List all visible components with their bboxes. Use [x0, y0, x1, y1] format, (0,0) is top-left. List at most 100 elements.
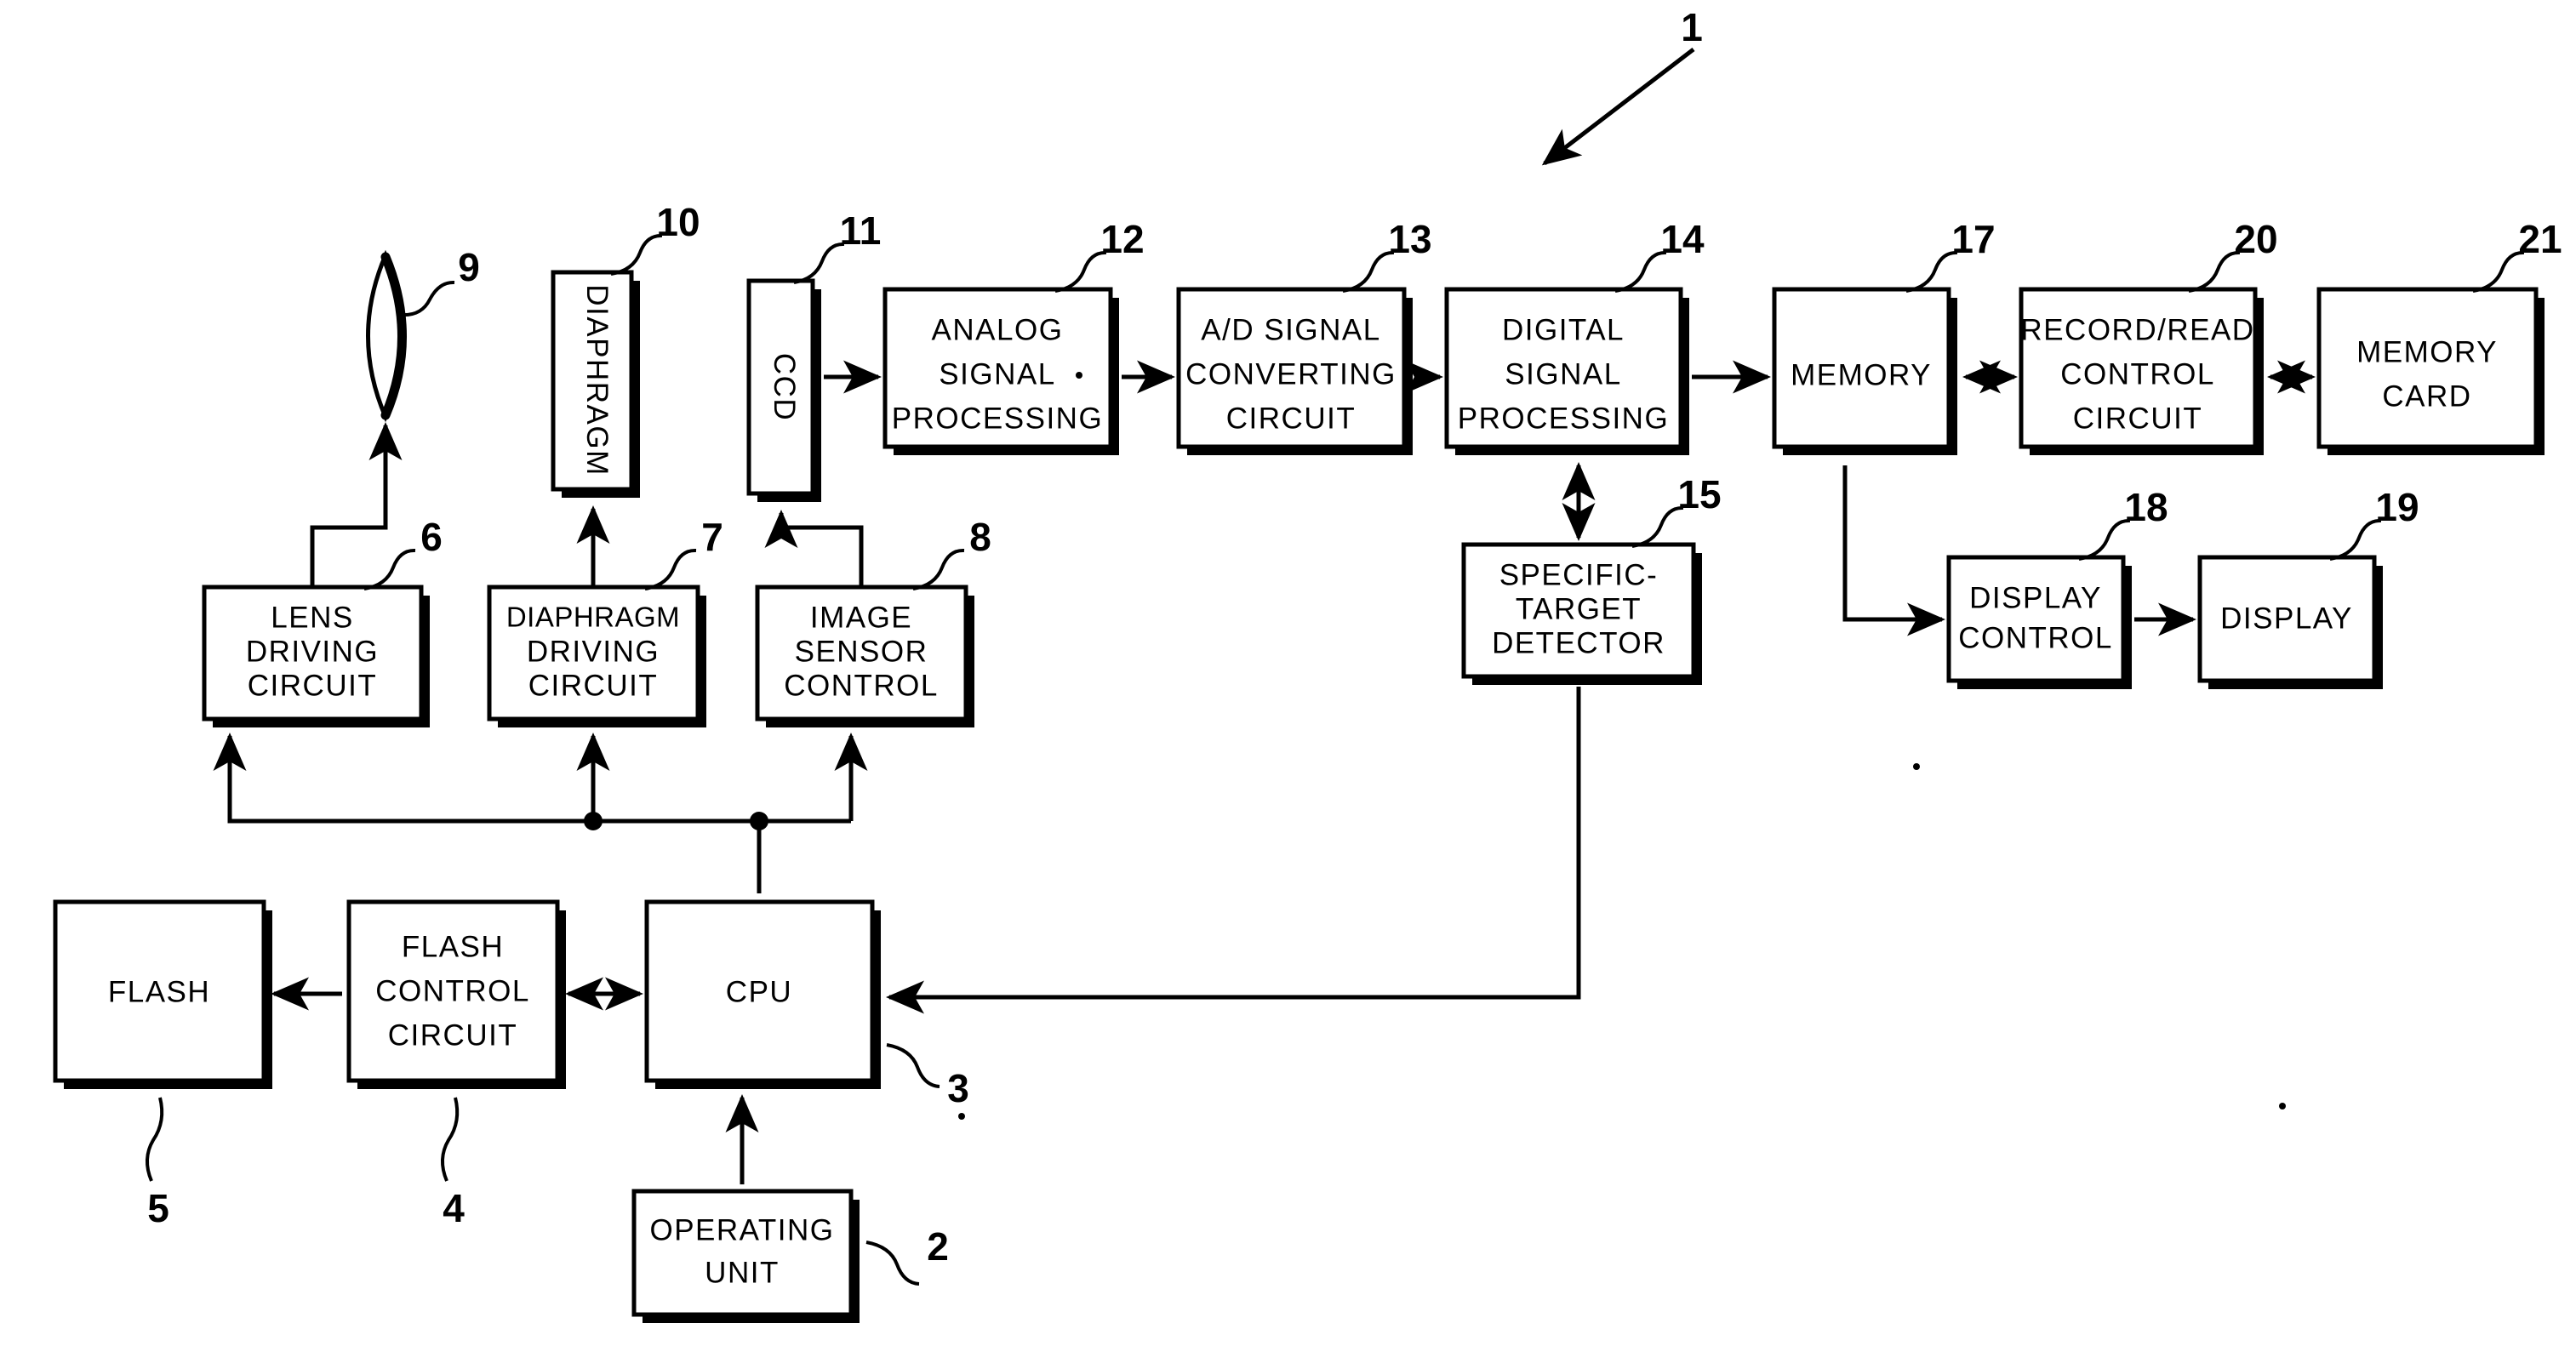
ref-number-ad-conv: 13 — [1388, 217, 1431, 261]
ref-number-diaphragm: 10 — [656, 200, 700, 244]
block-label-specific-target-3: DETECTOR — [1492, 626, 1665, 659]
block-specific-target-detector[interactable]: SPECIFIC- TARGET DETECTOR — [1461, 542, 1702, 685]
block-label-memory-card-2: CARD — [2382, 379, 2471, 413]
block-label-display-control-2: CONTROL — [1958, 621, 2113, 654]
figure-canvas: 1 9 DIAPHRAGM 10 CCD 11 ANALOG SIGNAL PR… — [0, 0, 2576, 1369]
lead-line-memory-card — [2472, 250, 2525, 293]
block-flash[interactable]: FLASH — [53, 899, 272, 1089]
block-diaphragm-driving-circuit[interactable]: DIAPHRAGM DRIVING CIRCUIT — [487, 585, 706, 727]
ref-number-digital-sp: 14 — [1660, 217, 1705, 261]
block-label-ad-conv-2: CONVERTING — [1185, 357, 1397, 391]
block-label-record-read-1: RECORD/READ — [2020, 313, 2254, 346]
block-label-specific-target-1: SPECIFIC- — [1499, 558, 1659, 591]
lead-line-lens — [399, 280, 455, 317]
block-label-analog-sp-1: ANALOG — [932, 313, 1064, 346]
ref-number-cpu: 3 — [947, 1066, 969, 1110]
ref-number-flash: 5 — [147, 1186, 169, 1230]
block-label-display-control-1: DISPLAY — [1969, 581, 2102, 614]
block-label-image-sensor-2: SENSOR — [795, 635, 928, 668]
block-ccd[interactable]: CCD — [746, 278, 821, 502]
block-lens-driving-circuit[interactable]: LENS DRIVING CIRCUIT — [202, 585, 430, 727]
block-label-analog-sp-2: SIGNAL — [939, 357, 1055, 391]
ref-number-display-control: 18 — [2124, 485, 2168, 529]
block-label-flash-control-2: CONTROL — [375, 974, 530, 1007]
block-diaphragm[interactable]: DIAPHRAGM — [551, 270, 640, 498]
block-label-ad-conv-3: CIRCUIT — [1226, 402, 1356, 435]
block-label-ccd: CCD — [768, 353, 801, 421]
ref-number-memory-card: 21 — [2518, 217, 2562, 261]
block-image-sensor-control[interactable]: IMAGE SENSOR CONTROL — [755, 585, 974, 727]
ref-number-flash-control: 4 — [443, 1186, 465, 1230]
block-analog-signal-processing[interactable]: ANALOG SIGNAL PROCESSING — [882, 287, 1119, 455]
block-label-digital-sp-2: SIGNAL — [1505, 357, 1621, 391]
block-record-read-control-circuit[interactable]: RECORD/READ CONTROL CIRCUIT — [2019, 287, 2264, 455]
block-diagram-svg: 1 9 DIAPHRAGM 10 CCD 11 ANALOG SIGNAL PR… — [53, 5, 2562, 1323]
lead-line-ad-conv — [1342, 250, 1395, 293]
block-display-control[interactable]: DISPLAY CONTROL — [1946, 555, 2132, 689]
scan-speck-marks — [958, 372, 2286, 1120]
lead-line-memory — [1905, 250, 1958, 293]
wire-cpu-bus — [213, 732, 868, 893]
lead-line-flash — [146, 1097, 164, 1182]
ref-number-specific-target: 15 — [1677, 472, 1721, 516]
block-label-image-sensor-3: CONTROL — [784, 669, 939, 702]
ref-number-memory: 17 — [1951, 217, 1995, 261]
lead-line-digital-sp — [1614, 250, 1667, 293]
block-label-cpu: CPU — [726, 975, 792, 1008]
ref-number-ccd: 11 — [840, 208, 882, 253]
ref-number-lens-drive: 6 — [420, 515, 443, 559]
block-label-ad-conv-1: A/D SIGNAL — [1201, 313, 1380, 346]
bus-junction-dot-cpu — [750, 812, 768, 830]
ref-number-image-sensor: 8 — [969, 515, 991, 559]
bus-junction-dot-diaphragm — [584, 812, 603, 830]
block-cpu[interactable]: CPU — [644, 899, 881, 1089]
lead-line-ccd — [793, 242, 845, 284]
block-operating-unit[interactable]: OPERATING UNIT — [631, 1189, 860, 1323]
block-ad-converting-circuit[interactable]: A/D SIGNAL CONVERTING CIRCUIT — [1176, 287, 1413, 455]
ref-number-diaphragm-drive: 7 — [701, 515, 723, 559]
lead-line-diaphragm — [610, 233, 663, 276]
wire-specific-target-to-cpu — [885, 687, 1581, 1014]
lead-line-diaphragm-drive — [644, 548, 697, 590]
block-label-lens-drive-3: CIRCUIT — [248, 669, 377, 702]
block-label-specific-target-2: TARGET — [1516, 592, 1642, 625]
system-ref-arrow — [1541, 48, 1695, 166]
block-memory[interactable]: MEMORY — [1772, 287, 1957, 455]
lead-line-operating-unit — [865, 1241, 920, 1286]
ref-number-analog-sp: 12 — [1100, 217, 1144, 261]
block-label-digital-sp-3: PROCESSING — [1458, 402, 1669, 435]
lead-line-analog-sp — [1054, 250, 1107, 293]
block-label-flash-control-3: CIRCUIT — [388, 1018, 517, 1052]
lead-line-record-read — [2188, 250, 2241, 293]
block-label-digital-sp-1: DIGITAL — [1502, 313, 1625, 346]
block-label-flash: FLASH — [108, 975, 210, 1008]
ref-number-record-read: 20 — [2234, 217, 2277, 261]
lead-line-lens-drive — [363, 548, 416, 590]
block-label-flash-control-1: FLASH — [402, 930, 504, 963]
block-label-lens-drive-2: DRIVING — [246, 635, 379, 668]
lead-line-flash-control — [441, 1097, 460, 1182]
block-digital-signal-processing[interactable]: DIGITAL SIGNAL PROCESSING — [1444, 287, 1689, 455]
block-label-operating-unit-1: OPERATING — [649, 1213, 834, 1246]
block-label-record-read-3: CIRCUIT — [2073, 402, 2202, 435]
wire-memory-to-display-control — [1842, 465, 1946, 636]
ref-number-system: 1 — [1681, 5, 1703, 49]
lead-line-specific-target — [1631, 505, 1684, 548]
block-label-diaphragm-drive-1: DIAPHRAGM — [506, 602, 680, 633]
block-memory-card[interactable]: MEMORY CARD — [2316, 287, 2545, 455]
block-label-diaphragm-drive-2: DRIVING — [527, 635, 660, 668]
ref-number-lens: 9 — [458, 245, 480, 289]
wire-image-sensor-to-ccd — [764, 509, 864, 587]
block-flash-control-circuit[interactable]: FLASH CONTROL CIRCUIT — [346, 899, 566, 1089]
lead-line-cpu — [886, 1043, 940, 1088]
block-label-lens-drive-1: LENS — [271, 601, 353, 634]
block-label-memory: MEMORY — [1791, 358, 1932, 391]
ref-number-operating-unit: 2 — [927, 1224, 949, 1269]
block-lens[interactable] — [366, 249, 407, 423]
lead-line-image-sensor — [912, 548, 965, 590]
block-label-analog-sp-3: PROCESSING — [892, 402, 1103, 435]
block-label-display: DISPLAY — [2220, 602, 2353, 635]
block-label-operating-unit-2: UNIT — [705, 1256, 780, 1289]
wire-lens-drive-to-lens — [310, 421, 403, 587]
block-display[interactable]: DISPLAY — [2197, 555, 2383, 689]
